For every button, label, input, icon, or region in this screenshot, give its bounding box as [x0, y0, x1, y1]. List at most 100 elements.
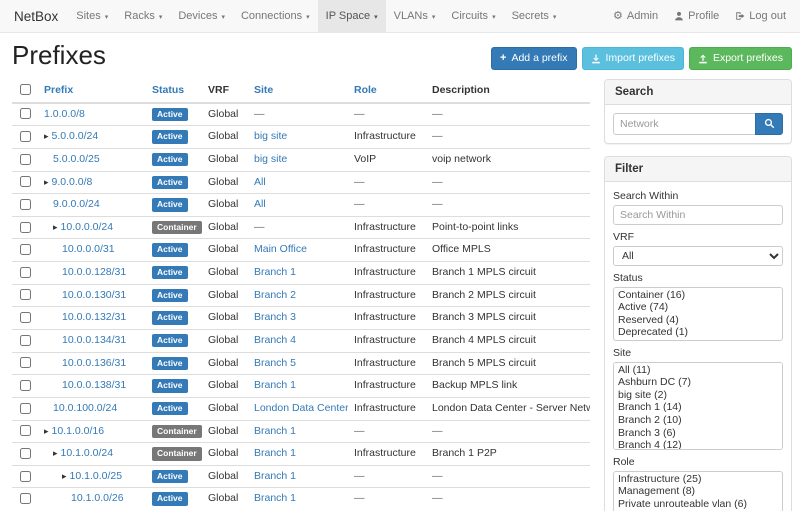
prefix-link[interactable]: 10.0.0.134/31 [62, 334, 126, 346]
prefix-link[interactable]: 10.1.0.0/16 [52, 425, 105, 437]
description-cell: — [426, 420, 590, 443]
site-cell: big site [248, 148, 348, 171]
row-checkbox[interactable] [20, 289, 31, 300]
site-link[interactable]: Branch 1 [254, 470, 296, 482]
row-checkbox[interactable] [20, 267, 31, 278]
prefix-link[interactable]: 10.1.0.0/24 [61, 447, 114, 459]
row-checkbox[interactable] [20, 448, 31, 459]
nav-item-admin[interactable]: ⚙Admin [605, 0, 666, 32]
prefix-link[interactable]: 9.0.0.0/8 [52, 176, 93, 188]
add-prefix-button[interactable]: + Add a prefix [491, 47, 576, 70]
nav-item-label: Sites [76, 10, 100, 22]
status-cell: Active [146, 126, 202, 149]
prefix-link[interactable]: 9.0.0.0/24 [53, 198, 100, 210]
prefix-link[interactable]: 10.0.0.138/31 [62, 379, 126, 391]
site-link[interactable]: All [254, 176, 266, 188]
empty-value: — [354, 425, 365, 437]
prefix-link[interactable]: 10.0.0.0/24 [61, 221, 114, 233]
row-checkbox[interactable] [20, 471, 31, 482]
nav-item-vlans[interactable]: VLANs▾ [386, 0, 444, 32]
row-checkbox[interactable] [20, 380, 31, 391]
table-row: 10.0.100.0/24ActiveGlobalLondon Data Cen… [12, 397, 590, 420]
row-checkbox[interactable] [20, 199, 31, 210]
status-cell: Active [146, 284, 202, 307]
column-header-role[interactable]: Role [348, 78, 426, 103]
row-checkbox[interactable] [20, 176, 31, 187]
nav-item-profile[interactable]: Profile [666, 0, 727, 32]
site-link[interactable]: London Data Center [254, 402, 348, 414]
row-checkbox[interactable] [20, 493, 31, 504]
nav-item-log-out[interactable]: Log out [727, 0, 794, 32]
row-checkbox[interactable] [20, 244, 31, 255]
description-cell: — [426, 126, 590, 149]
prefix-link[interactable]: 1.0.0.0/8 [44, 108, 85, 120]
search-input[interactable] [613, 113, 755, 135]
prefix-link[interactable]: 10.0.0.132/31 [62, 311, 126, 323]
table-row: ▸10.1.0.0/16ContainerGlobalBranch 1—— [12, 420, 590, 443]
vrf-select[interactable]: All [613, 246, 783, 266]
site-link[interactable]: big site [254, 153, 287, 165]
vrf-cell: Global [202, 420, 248, 443]
row-checkbox[interactable] [20, 222, 31, 233]
prefix-link[interactable]: 5.0.0.0/24 [52, 130, 99, 142]
nav-item-secrets[interactable]: Secrets▾ [504, 0, 565, 32]
table-row: 10.0.0.130/31ActiveGlobalBranch 2Infrast… [12, 284, 590, 307]
site-link[interactable]: All [254, 198, 266, 210]
row-checkbox-cell [12, 397, 38, 420]
site-link[interactable]: big site [254, 130, 287, 142]
status-filter-select[interactable]: Container (16)Active (74)Reserved (4)Dep… [613, 287, 783, 341]
site-link[interactable]: Branch 1 [254, 492, 296, 504]
table-row: ▸10.0.0.0/24ContainerGlobal—Infrastructu… [12, 216, 590, 239]
site-link[interactable]: Branch 1 [254, 447, 296, 459]
prefix-link[interactable]: 10.0.0.136/31 [62, 357, 126, 369]
prefix-link[interactable]: 10.0.0.0/31 [62, 243, 115, 255]
table-row: 9.0.0.0/24ActiveGlobalAll—— [12, 194, 590, 217]
site-link[interactable]: Branch 4 [254, 334, 296, 346]
nav-item-devices[interactable]: Devices▾ [170, 0, 233, 32]
nav-item-ip-space[interactable]: IP Space▾ [318, 0, 386, 32]
prefix-link[interactable]: 5.0.0.0/25 [53, 153, 100, 165]
row-checkbox[interactable] [20, 312, 31, 323]
prefix-link[interactable]: 10.0.100.0/24 [53, 402, 117, 414]
site-link[interactable]: Branch 2 [254, 289, 296, 301]
nav-item-circuits[interactable]: Circuits▾ [443, 0, 503, 32]
site-link[interactable]: Branch 1 [254, 379, 296, 391]
prefix-cell: 10.0.0.130/31 [38, 284, 146, 307]
row-checkbox[interactable] [20, 425, 31, 436]
brand[interactable]: NetBox [6, 0, 68, 32]
site-link[interactable]: Branch 3 [254, 311, 296, 323]
row-checkbox[interactable] [20, 335, 31, 346]
table-row: 10.0.0.0/31ActiveGlobalMain OfficeInfras… [12, 239, 590, 262]
search-within-input[interactable] [613, 205, 783, 225]
site-filter-select[interactable]: All (11)Ashburn DC (7)big site (2)Branch… [613, 362, 783, 450]
site-link[interactable]: Main Office [254, 243, 307, 255]
prefix-link[interactable]: 10.1.0.0/26 [71, 492, 124, 504]
nav-item-connections[interactable]: Connections▾ [233, 0, 318, 32]
select-all-checkbox[interactable] [20, 84, 31, 95]
vrf-cell: Global [202, 443, 248, 466]
export-prefixes-button[interactable]: Export prefixes [689, 47, 792, 70]
prefix-link[interactable]: 10.0.0.130/31 [62, 289, 126, 301]
row-checkbox[interactable] [20, 108, 31, 119]
role-filter-select[interactable]: Infrastructure (25)Management (8)Private… [613, 471, 783, 511]
site-cell: All [248, 171, 348, 194]
row-checkbox[interactable] [20, 154, 31, 165]
status-badge: Active [152, 379, 188, 392]
site-link[interactable]: Branch 1 [254, 266, 296, 278]
column-header-prefix[interactable]: Prefix [38, 78, 146, 103]
prefix-link[interactable]: 10.1.0.0/25 [70, 470, 123, 482]
column-header-site[interactable]: Site [248, 78, 348, 103]
row-checkbox[interactable] [20, 131, 31, 142]
prefix-link[interactable]: 10.0.0.128/31 [62, 266, 126, 278]
search-button[interactable] [755, 113, 783, 135]
row-checkbox[interactable] [20, 403, 31, 414]
site-link[interactable]: Branch 5 [254, 357, 296, 369]
filter-panel-body: Search Within VRF All Status Container (… [605, 182, 791, 511]
row-checkbox[interactable] [20, 357, 31, 368]
nav-item-sites[interactable]: Sites▾ [68, 0, 116, 32]
site-link[interactable]: Branch 1 [254, 425, 296, 437]
column-header-status[interactable]: Status [146, 78, 202, 103]
import-prefixes-button[interactable]: Import prefixes [582, 47, 684, 70]
gear-icon: ⚙ [613, 11, 623, 22]
nav-item-racks[interactable]: Racks▾ [116, 0, 170, 32]
